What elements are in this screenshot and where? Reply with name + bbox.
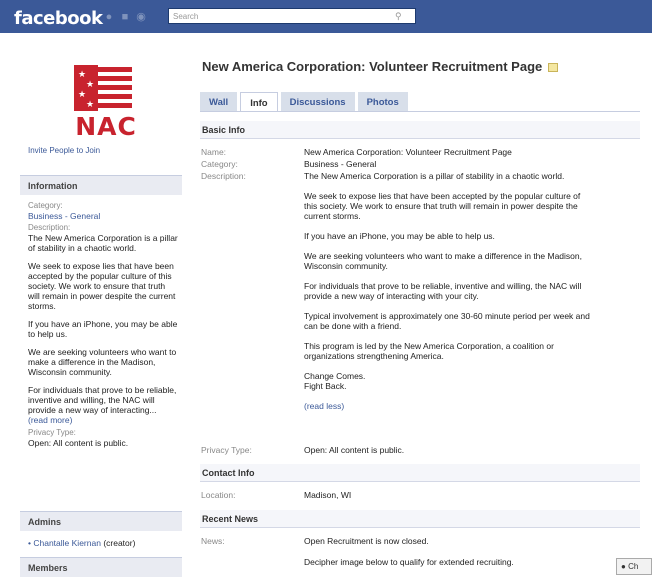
privacy-value: Open: All content is public.: [28, 438, 129, 448]
tab-divider: [200, 111, 640, 112]
top-icons: ● ■ ◉: [103, 11, 147, 23]
read-less-link[interactable]: (read less): [304, 401, 594, 411]
page-title: New America Corporation: Volunteer Recru…: [202, 59, 559, 74]
admins-heading: Admins: [20, 511, 182, 531]
category-link[interactable]: Business - General: [28, 211, 178, 221]
basic-info-heading: Basic Info: [200, 121, 640, 139]
tab-info[interactable]: Info: [240, 92, 278, 112]
nac-logo-text: NAC: [75, 112, 137, 141]
contact-info-heading: Contact Info: [200, 464, 640, 482]
left-column: ★ ★ ★ ★ NAC Invite People to Join Inform…: [20, 33, 182, 577]
privacy-type-value: Open: All content is public.: [304, 445, 405, 455]
members-heading: Members: [20, 557, 182, 577]
read-more-link[interactable]: (read more): [28, 415, 72, 425]
desc-para-4: We are seeking volunteers who want to ma…: [304, 251, 582, 271]
privacy-type-label: Privacy Type:: [201, 445, 252, 455]
sidebar-desc-5: For individuals that prove to be reliabl…: [28, 385, 178, 425]
desc-para-5: For individuals that prove to be reliabl…: [304, 281, 582, 301]
svg-text:★: ★: [86, 99, 94, 109]
news-line-1: Open Recruitment is now closed.: [304, 536, 429, 546]
friend-requests-icon[interactable]: ●: [103, 11, 115, 23]
desc-para-3: If you have an iPhone, you may be able t…: [304, 231, 495, 241]
sidebar-desc-2: We seek to expose lies that have been ac…: [28, 261, 176, 311]
privacy-label: Privacy Type:: [28, 428, 76, 437]
news-label: News:: [201, 536, 225, 546]
page-title-text: New America Corporation: Volunteer Recru…: [202, 59, 543, 74]
sidebar-desc-4: We are seeking volunteers who want to ma…: [28, 347, 177, 377]
nac-flag-logo: ★ ★ ★ ★: [74, 65, 132, 111]
news-line-2: Decipher image below to qualify for exte…: [304, 557, 514, 567]
page-profile-picture[interactable]: ★ ★ ★ ★ NAC: [54, 57, 152, 155]
description-label: Description:: [28, 223, 71, 232]
description-block: The New America Corporation is a pillar …: [304, 171, 594, 411]
page-badge-icon: [548, 63, 559, 73]
recent-news-heading: Recent News: [200, 510, 640, 528]
location-value: Madison, WI: [304, 490, 352, 500]
invite-people-link[interactable]: Invite People to Join: [28, 146, 100, 155]
desc-para-6: Typical involvement is approximately one…: [304, 311, 590, 331]
name-label: Name:: [201, 147, 227, 157]
information-box: Category: Business - General Description…: [28, 201, 178, 448]
bullet-icon: •: [28, 538, 31, 548]
search-input[interactable]: Search: [168, 8, 416, 24]
category-link[interactable]: Business - General: [304, 159, 594, 169]
desc-para-1: The New America Corporation is a pillar …: [304, 171, 565, 181]
svg-text:★: ★: [78, 89, 86, 99]
desc-para-7: This program is led by the New America C…: [304, 341, 554, 361]
description-label: Description:: [201, 171, 246, 181]
admin-item: • Chantalle Kiernan (creator): [28, 538, 178, 548]
chat-button[interactable]: ● Ch: [616, 558, 652, 575]
tab-wall[interactable]: Wall: [200, 92, 238, 112]
category-label: Category:: [201, 159, 238, 169]
admin-role: (creator): [103, 538, 136, 548]
svg-text:★: ★: [78, 69, 86, 79]
svg-text:★: ★: [86, 79, 94, 89]
category-label: Category:: [28, 201, 63, 210]
name-value: New America Corporation: Volunteer Recru…: [304, 147, 512, 157]
location-label: Location:: [201, 490, 236, 500]
sidebar-desc-3: If you have an iPhone, you may be able t…: [28, 319, 178, 339]
tab-photos[interactable]: Photos: [357, 92, 408, 112]
notifications-icon[interactable]: ◉: [135, 11, 147, 23]
facebook-logo[interactable]: facebook: [14, 8, 103, 29]
tab-bar: Wall Info Discussions Photos: [200, 92, 411, 112]
sidebar-desc-5-text: For individuals that prove to be reliabl…: [28, 385, 177, 415]
chat-icon: ●: [621, 562, 626, 571]
tab-discussions[interactable]: Discussions: [280, 92, 355, 112]
messages-icon[interactable]: ■: [119, 11, 131, 23]
top-bar: facebook ● ■ ◉ Search ⚲: [0, 0, 652, 33]
sidebar-desc-1: The New America Corporation is a pillar …: [28, 233, 178, 253]
chat-label: Ch: [628, 562, 639, 571]
information-heading: Information: [20, 175, 182, 195]
search-icon[interactable]: ⚲: [395, 11, 402, 22]
desc-para-2: We seek to expose lies that have been ac…: [304, 191, 581, 221]
desc-para-8: Change Comes. Fight Back.: [304, 371, 366, 391]
admin-name-link[interactable]: Chantalle Kiernan: [33, 538, 101, 548]
